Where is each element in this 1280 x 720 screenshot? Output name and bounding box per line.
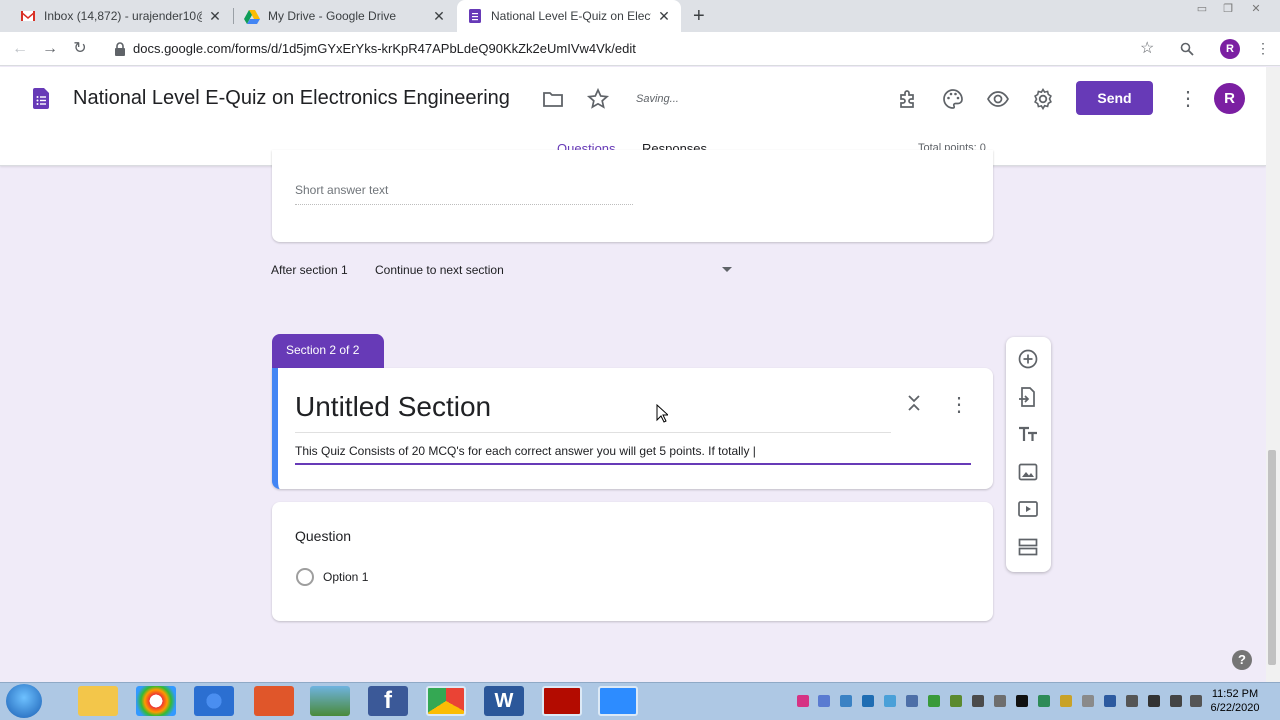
close-icon[interactable]: ✕ — [657, 8, 671, 25]
minimize-icon[interactable]: ▭ — [1190, 2, 1214, 16]
collapse-section-icon[interactable] — [904, 392, 924, 414]
tab-title: My Drive - Google Drive — [268, 9, 397, 23]
clock-date: 6/22/2020 — [1210, 702, 1260, 714]
question-title[interactable]: Question — [295, 528, 351, 544]
reload-icon[interactable]: ↻ — [70, 39, 90, 59]
tray-icon[interactable] — [1038, 695, 1050, 707]
section-header-card[interactable] — [272, 368, 993, 489]
add-image-icon[interactable] — [1016, 460, 1040, 484]
battery-icon[interactable] — [1148, 695, 1160, 707]
google-drive-icon — [244, 10, 260, 24]
bluetooth-icon[interactable] — [1104, 695, 1116, 707]
section-description-input[interactable]: This Quiz Consists of 20 MCQ's for each … — [295, 444, 971, 458]
back-icon[interactable]: ← — [10, 39, 30, 59]
url-text: docs.google.com/forms/d/1d5jmGYxErYks-kr… — [133, 41, 636, 56]
section-navigation-dropdown[interactable]: Continue to next section — [375, 263, 504, 277]
save-status: Saving... — [636, 93, 679, 105]
send-button[interactable]: Send — [1076, 81, 1153, 115]
tray-icon[interactable] — [972, 695, 984, 707]
app-icon[interactable] — [254, 686, 294, 716]
tray-icon[interactable] — [1082, 695, 1094, 707]
tray-icon[interactable] — [928, 695, 940, 707]
scrollbar-thumb[interactable] — [1268, 450, 1276, 665]
section-more-icon[interactable]: ⋮ — [949, 392, 969, 416]
dropdown-arrow-icon[interactable] — [722, 267, 732, 272]
tray-icon[interactable] — [1126, 695, 1138, 707]
section-badge: Section 2 of 2 — [272, 334, 384, 368]
profile-avatar[interactable]: R — [1220, 39, 1240, 59]
option-label[interactable]: Option 1 — [323, 570, 368, 584]
more-options-icon[interactable]: ⋮ — [1178, 86, 1198, 111]
form-title[interactable]: National Level E-Quiz on Electronics Eng… — [73, 87, 510, 110]
tab-gmail[interactable]: Inbox (14,872) - urajender10@gi ✕ — [10, 0, 232, 32]
folder-icon[interactable] — [541, 87, 565, 111]
add-video-icon[interactable] — [1016, 497, 1040, 521]
tray-icon[interactable] — [1016, 695, 1028, 707]
google-chrome-icon[interactable] — [426, 686, 466, 716]
tray-icon[interactable] — [862, 695, 874, 707]
search-icon[interactable] — [1180, 42, 1194, 56]
short-answer-placeholder: Short answer text — [295, 183, 633, 205]
close-icon[interactable]: ✕ — [432, 8, 446, 25]
word-icon[interactable]: W — [484, 686, 524, 716]
tray-icon[interactable] — [994, 695, 1006, 707]
gmail-icon — [21, 11, 35, 21]
facebook-icon[interactable]: f — [368, 686, 408, 716]
tab-drive[interactable]: My Drive - Google Drive ✕ — [234, 0, 456, 32]
tray-icon[interactable] — [797, 695, 809, 707]
title-divider — [295, 432, 891, 433]
close-icon[interactable]: ✕ — [208, 8, 222, 25]
section-title[interactable]: Untitled Section — [295, 391, 491, 423]
help-icon[interactable]: ? — [1232, 650, 1252, 670]
tab-title: National Level E-Quiz on Electron — [491, 9, 651, 23]
clock-time: 11:52 PM — [1211, 688, 1259, 700]
google-forms-icon — [469, 9, 481, 23]
radio-button[interactable] — [296, 568, 314, 586]
tray-icon[interactable] — [1060, 695, 1072, 707]
chrome-app-icon[interactable] — [194, 686, 234, 716]
tray-icon[interactable] — [818, 695, 830, 707]
settings-gear-icon[interactable] — [1031, 87, 1055, 111]
acrobat-icon[interactable] — [542, 686, 582, 716]
forms-logo-icon[interactable] — [33, 88, 49, 109]
mouse-cursor-icon — [656, 404, 668, 423]
description-focus-underline — [295, 463, 971, 465]
palette-icon[interactable] — [941, 87, 965, 111]
preview-eye-icon[interactable] — [986, 87, 1010, 111]
taskbar-clock[interactable]: 11:52 PM 6/22/2020 — [1200, 687, 1270, 715]
browser-menu-icon[interactable]: ⋮ — [1256, 40, 1270, 57]
restore-icon[interactable]: ❐ — [1216, 2, 1240, 16]
file-explorer-icon[interactable] — [78, 686, 118, 716]
tray-icon[interactable] — [950, 695, 962, 707]
tray-icon[interactable] — [906, 695, 918, 707]
photos-icon[interactable] — [310, 686, 350, 716]
window-close-icon[interactable]: ✕ — [1244, 2, 1268, 16]
start-button[interactable] — [6, 684, 42, 718]
tray-icon[interactable] — [884, 695, 896, 707]
network-signal-icon[interactable] — [1170, 695, 1182, 707]
add-question-icon[interactable] — [1016, 347, 1040, 371]
tab-title: Inbox (14,872) - urajender10@gi — [44, 9, 202, 23]
omnibox[interactable]: docs.google.com/forms/d/1d5jmGYxErYks-kr… — [108, 36, 1168, 62]
add-section-icon[interactable] — [1016, 535, 1040, 559]
after-section-label: After section 1 — [271, 263, 348, 277]
tab-forms-active[interactable]: National Level E-Quiz on Electron ✕ — [457, 0, 681, 32]
tray-icon[interactable] — [840, 695, 852, 707]
import-questions-icon[interactable] — [1016, 385, 1040, 409]
picasa-icon[interactable] — [136, 686, 176, 716]
account-avatar[interactable]: R — [1214, 83, 1245, 114]
add-ons-icon[interactable] — [896, 87, 920, 111]
add-title-icon[interactable] — [1016, 422, 1040, 446]
question-card[interactable] — [272, 502, 993, 621]
star-icon[interactable] — [586, 87, 610, 111]
zoom-icon[interactable] — [598, 686, 638, 716]
lock-icon — [115, 42, 125, 56]
bookmark-star-icon[interactable]: ☆ — [1140, 38, 1154, 58]
forward-icon[interactable]: → — [40, 39, 60, 59]
new-tab-button[interactable]: + — [693, 5, 705, 28]
